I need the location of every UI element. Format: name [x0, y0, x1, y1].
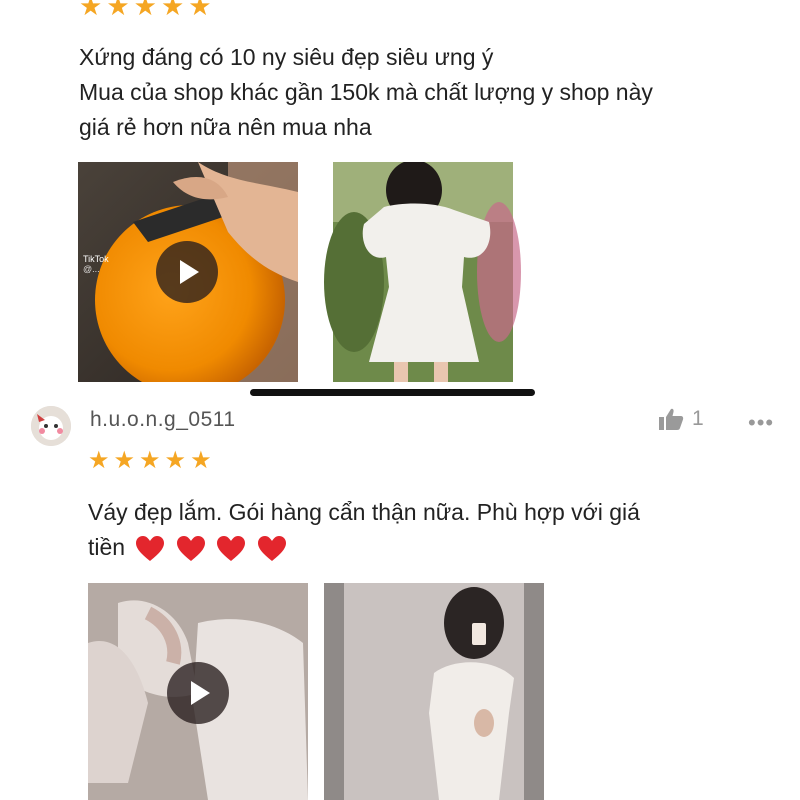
like-count: 1	[692, 407, 704, 430]
user-avatar[interactable]	[31, 406, 71, 446]
star-icon: ★	[190, 447, 212, 474]
like-button[interactable]: 1	[658, 407, 704, 431]
review1-video-thumbnail[interactable]: TikTok @...	[78, 162, 298, 382]
star-icon: ★	[164, 447, 187, 474]
heart-icon	[217, 535, 246, 561]
star-icon: ★	[79, 0, 103, 21]
dress-photo-image	[314, 162, 532, 382]
thumbs-up-icon	[659, 408, 684, 430]
heart-icon	[257, 535, 286, 561]
reviewer-username[interactable]: h.u.o.n.g_0511	[90, 408, 236, 432]
more-options-icon[interactable]: •••	[748, 410, 774, 436]
review1-text-line: Mua của shop khác gần 150k mà chất lượng…	[79, 79, 653, 105]
star-icon: ★	[133, 0, 157, 21]
review2-photo[interactable]	[324, 583, 544, 800]
star-icon: ★	[188, 0, 212, 21]
review2-text-line: Váy đẹp lắm. Gói hàng cẩn thận nữa. Phù …	[88, 499, 640, 525]
play-icon[interactable]	[167, 662, 229, 724]
review2-video-thumbnail[interactable]	[88, 583, 308, 800]
review1-text-line: giá rẻ hơn nữa nên mua nha	[79, 114, 372, 140]
heart-icon	[176, 535, 205, 561]
heart-icon	[136, 535, 165, 561]
play-icon[interactable]	[156, 241, 218, 303]
review1-text-line: Xứng đáng có 10 ny siêu đẹp siêu ưng ý	[79, 44, 494, 70]
star-icon: ★	[106, 0, 130, 21]
review2-text-line: tiền	[88, 534, 126, 560]
star-icon: ★	[139, 447, 161, 474]
review1-text: Xứng đáng có 10 ny siêu đẹp siêu ưng ý M…	[79, 40, 653, 145]
media-scrollbar[interactable]	[250, 389, 535, 396]
review2-rating-stars: ★ ★ ★ ★ ★	[88, 449, 212, 473]
mirror-selfie-image	[324, 583, 544, 800]
star-icon: ★	[88, 447, 110, 474]
tiktok-watermark: TikTok	[83, 254, 109, 264]
star-icon: ★	[113, 447, 136, 474]
review2-text: Váy đẹp lắm. Gói hàng cẩn thận nữa. Phù …	[88, 495, 640, 565]
review1-rating-stars: ★ ★ ★ ★ ★	[79, 0, 212, 19]
tiktok-watermark-handle: @...	[83, 264, 100, 274]
star-icon: ★	[160, 0, 185, 21]
review1-photo[interactable]	[314, 162, 532, 382]
